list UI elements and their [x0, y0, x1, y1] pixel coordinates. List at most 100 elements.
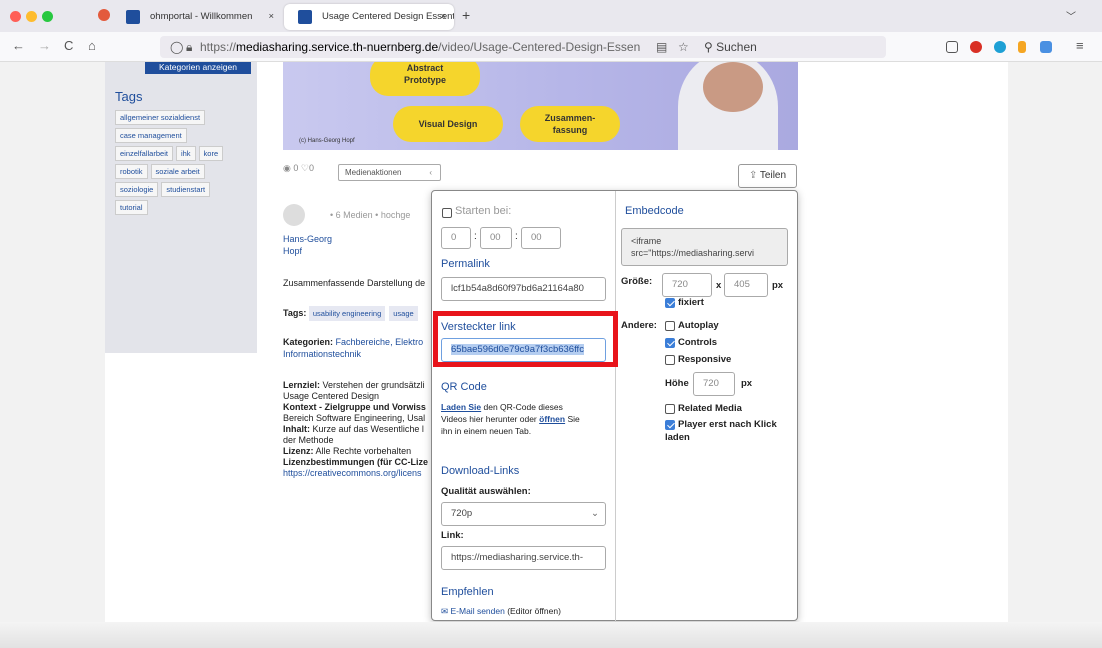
ublock-extension-icon[interactable] [970, 41, 982, 53]
andere-label: Andere: [621, 320, 657, 331]
search-field[interactable]: ⚲ Suchen [704, 36, 757, 58]
email-senden-link[interactable]: E-Mail senden [451, 606, 505, 616]
tag-chip[interactable]: usability engineering [308, 306, 386, 321]
email-row: ✉ E-Mail senden (Editor öffnen) [441, 606, 561, 616]
related-media-label: Related Media [678, 403, 742, 414]
autoplay-checkbox[interactable] [665, 321, 675, 331]
tag-item[interactable]: case management [115, 128, 187, 143]
lock-icon[interactable]: 🔒︎ [186, 36, 192, 58]
avatar[interactable] [283, 204, 305, 226]
extension-icon[interactable] [1018, 41, 1026, 53]
tag-item[interactable]: soziologie [115, 182, 159, 197]
new-tab-button[interactable]: + [462, 7, 470, 23]
tab-usage-centered-design[interactable]: Usage Centered Design Essenti × [284, 4, 454, 30]
zusammenfassung-bubble: Zusammen- fassung [520, 106, 620, 142]
home-icon[interactable]: ⌂ [88, 39, 96, 53]
tag-item[interactable]: einzelfallarbeit [115, 146, 173, 161]
starten-bei-checkbox[interactable] [442, 208, 452, 218]
lizenzbestimmungen-heading: Lizenzbestimmungen (für CC-Lize [283, 457, 429, 467]
bookmark-star-icon[interactable]: ☆ [678, 36, 689, 58]
video-player[interactable]: Abstract Prototype Visual Design Zusamme… [283, 62, 798, 150]
visual-design-bubble: Visual Design [393, 106, 503, 142]
license-link[interactable]: https://creativecommons.org/licens [283, 468, 431, 479]
share-icon: ⇪ [748, 170, 760, 181]
fixiert-checkbox[interactable] [665, 298, 675, 308]
responsive-checkbox[interactable] [665, 355, 675, 365]
author-name-line2[interactable]: Hopf [283, 246, 302, 257]
close-window-icon[interactable] [10, 11, 21, 22]
time-separator: : [474, 231, 477, 242]
chevron-left-icon: ‹ [429, 168, 432, 177]
tag-item[interactable]: robotik [115, 164, 148, 179]
controls-checkbox[interactable] [665, 338, 675, 348]
favicon-icon [126, 10, 140, 24]
tag-item[interactable]: soziale arbeit [150, 164, 205, 179]
empfehlen-heading: Empfehlen [441, 586, 494, 598]
height-input[interactable]: 405 [724, 273, 768, 297]
notes-extension-icon[interactable] [1040, 41, 1052, 53]
search-icon: ⚲ [704, 40, 717, 54]
kategorien-row-2[interactable]: Informationstechnik [283, 349, 361, 360]
tab-title: ohmportal - Willkommen [150, 11, 253, 22]
ie-tab-extension-icon[interactable] [994, 41, 1006, 53]
url-bar[interactable]: ◯ 🔒︎ https://mediasharing.service.th-nue… [160, 36, 886, 58]
qualitaet-select[interactable]: 720p ⌄ [441, 502, 606, 526]
tab-close-icon[interactable]: × [440, 4, 446, 30]
start-seconds-input[interactable]: 00 [521, 227, 561, 249]
tag-item[interactable]: allgemeiner sozialdienst [115, 110, 206, 125]
menu-icon[interactable]: ≡ [1076, 39, 1084, 53]
tag-item[interactable]: ihk [175, 146, 196, 161]
lernziel-text-2: Usage Centered Design [283, 391, 380, 401]
inhalt-text-2: der Methode [283, 435, 334, 445]
reload-icon[interactable]: C [64, 39, 73, 53]
tag-item[interactable]: kore [198, 146, 224, 161]
sidebar: Kategorien anzeigen Tags allgemeiner soz… [105, 62, 257, 353]
medienaktionen-button[interactable]: Medienaktionen ‹ [338, 164, 441, 181]
maximize-window-icon[interactable] [42, 11, 53, 22]
share-popup: Starten bei: 0 : 00 : 00 Permalink lcf1b… [431, 190, 798, 622]
download-link-field[interactable]: https://mediasharing.service.th- [441, 546, 606, 570]
heart-icon[interactable]: ♡ [301, 163, 309, 173]
tag-item[interactable]: studienstart [161, 182, 211, 197]
chevron-down-icon: ⌄ [591, 508, 599, 519]
back-icon[interactable]: ← [12, 39, 25, 53]
forward-icon[interactable]: → [38, 39, 51, 53]
qr-laden-link[interactable]: Laden Sie [441, 402, 481, 412]
groesse-label: Größe: [621, 276, 653, 287]
teilen-button[interactable]: ⇪ Teilen [738, 164, 797, 188]
starten-bei-label: Starten bei: [455, 205, 512, 217]
tab-ohmportal[interactable]: ohmportal - Willkommen × [112, 4, 282, 30]
qr-oeffnen-link[interactable]: öffnen [539, 414, 565, 424]
firefox-view-icon[interactable] [98, 9, 110, 21]
kontext-text: Bereich Software Engineering, Usal [283, 413, 426, 423]
start-hours-input[interactable]: 0 [441, 227, 471, 249]
width-input[interactable]: 720 [662, 273, 712, 297]
pocket-icon[interactable] [946, 41, 958, 53]
size-x: x [716, 280, 722, 291]
kategorien-anzeigen-button[interactable]: Kategorien anzeigen [145, 62, 251, 74]
tag-chip[interactable]: usage [389, 306, 418, 321]
tag-item[interactable]: tutorial [115, 200, 148, 215]
kategorien-row: Kategorien: Fachbereiche, Elektro [283, 337, 424, 347]
qr-code-text: Laden Sie den QR-Code dieses Videos hier… [441, 402, 580, 436]
minimize-window-icon[interactable] [26, 11, 37, 22]
tags-heading: Tags [115, 89, 143, 104]
tab-list-chevron-icon[interactable]: ﹀ [1066, 8, 1076, 23]
related-media-checkbox[interactable] [665, 404, 675, 414]
author-name-line1[interactable]: Hans-Georg [283, 234, 332, 245]
player-klick-label-2: laden [665, 432, 690, 443]
hoehe-input[interactable]: 720 [693, 372, 735, 396]
start-minutes-input[interactable]: 00 [480, 227, 512, 249]
browser-nav-bar: ← → C ⌂ ◯ 🔒︎ https://mediasharing.servic… [0, 32, 1102, 62]
tab-close-icon[interactable]: × [268, 4, 274, 30]
shield-icon[interactable]: ◯ [170, 36, 183, 58]
embedcode-textarea[interactable]: <iframe src="https://mediasharing.servi [621, 228, 788, 266]
player-klick-checkbox[interactable] [665, 420, 675, 430]
permalink-heading: Permalink [441, 258, 490, 270]
reader-view-icon[interactable]: ▤ [656, 36, 667, 58]
popup-divider [615, 191, 616, 622]
responsive-label: Responsive [678, 354, 732, 365]
permalink-field[interactable]: lcf1b54a8d60f97bd6a21164a80 [441, 277, 606, 301]
controls-label: Controls [678, 337, 718, 348]
url-text[interactable]: https://mediasharing.service.th-nuernber… [200, 36, 640, 58]
